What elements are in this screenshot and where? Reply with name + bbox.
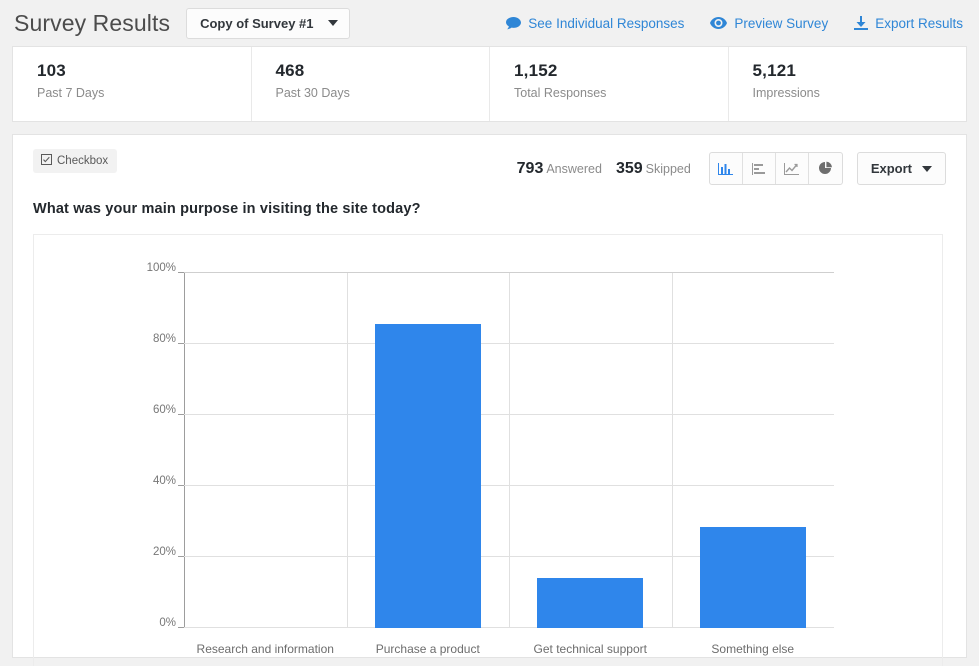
chart-bar[interactable] — [700, 527, 806, 628]
chart-bars — [184, 273, 834, 628]
stat-value: 468 — [276, 61, 490, 81]
skipped-stat: 359Skipped — [616, 160, 691, 178]
chart-type-toggle-group — [709, 152, 843, 185]
chart-bar[interactable] — [375, 324, 481, 628]
bar-slot — [347, 273, 510, 628]
x-axis-tick-label: Purchase a product — [347, 642, 510, 656]
stat-past-30-days: 468 Past 30 Days — [252, 47, 491, 121]
y-axis-tick-label: 60% — [153, 404, 176, 416]
stat-value: 5,121 — [753, 61, 967, 81]
export-results-link[interactable]: Export Results — [854, 16, 963, 31]
stat-value: 103 — [37, 61, 251, 81]
pie-chart-icon[interactable] — [809, 153, 842, 184]
skipped-value: 359 — [616, 160, 643, 177]
header-actions: See Individual Responses Preview Survey … — [506, 16, 967, 31]
horizontal-bar-chart-icon[interactable] — [743, 153, 776, 184]
survey-selector-label: Copy of Survey #1 — [200, 16, 313, 31]
question-card-header: Checkbox 793Answered 359Skipped — [33, 149, 946, 185]
preview-survey-link[interactable]: Preview Survey — [710, 16, 828, 31]
x-axis-tick-label: Get technical support — [509, 642, 672, 656]
answered-value: 793 — [517, 160, 544, 177]
answered-label: Answered — [546, 162, 602, 176]
chevron-down-icon — [922, 166, 932, 172]
chart-bar[interactable] — [537, 578, 643, 628]
comment-icon — [506, 17, 521, 30]
download-icon — [854, 16, 868, 30]
skipped-label: Skipped — [646, 162, 691, 176]
stat-value: 1,152 — [514, 61, 728, 81]
x-axis-tick-label: Something else — [672, 642, 835, 656]
y-axis-tick-label: 80% — [153, 333, 176, 345]
question-results-card: Checkbox 793Answered 359Skipped — [12, 134, 967, 658]
line-chart-icon[interactable] — [776, 153, 809, 184]
x-axis-tick-label: Research and information — [184, 642, 347, 656]
export-results-label: Export Results — [875, 16, 963, 31]
question-type-label: Checkbox — [57, 155, 108, 167]
answered-stat: 793Answered — [517, 160, 602, 178]
stat-total-responses: 1,152 Total Responses — [490, 47, 729, 121]
survey-selector-dropdown[interactable]: Copy of Survey #1 — [186, 8, 349, 39]
stat-label: Past 7 Days — [37, 86, 251, 100]
see-individual-responses-label: See Individual Responses — [528, 16, 684, 31]
y-axis-tick-label: 100% — [147, 262, 176, 274]
stat-label: Impressions — [753, 86, 967, 100]
vertical-bar-chart-icon[interactable] — [710, 153, 743, 184]
chart-x-axis-labels: Research and informationPurchase a produ… — [184, 642, 834, 656]
y-axis-tick-label: 0% — [159, 617, 176, 629]
question-type-badge: Checkbox — [33, 149, 117, 173]
page-title: Survey Results — [14, 10, 170, 37]
see-individual-responses-link[interactable]: See Individual Responses — [506, 16, 684, 31]
export-dropdown-button[interactable]: Export — [857, 152, 946, 185]
bar-slot — [509, 273, 672, 628]
checkbox-icon — [41, 154, 52, 168]
chart-container: 0%20%40%60%80%100% Research and informat… — [33, 234, 943, 666]
stat-impressions: 5,121 Impressions — [729, 47, 967, 121]
stats-summary-card: 103 Past 7 Days 468 Past 30 Days 1,152 T… — [12, 46, 967, 122]
stat-label: Total Responses — [514, 86, 728, 100]
stat-label: Past 30 Days — [276, 86, 490, 100]
question-toolbar: 793Answered 359Skipped — [517, 152, 946, 185]
eye-icon — [710, 17, 727, 29]
y-axis-tick-label: 40% — [153, 475, 176, 487]
stat-past-7-days: 103 Past 7 Days — [13, 47, 252, 121]
question-text: What was your main purpose in visiting t… — [33, 201, 946, 217]
chart-plot-area: 0%20%40%60%80%100% — [184, 273, 834, 628]
page-header: Survey Results Copy of Survey #1 See Ind… — [0, 0, 979, 46]
preview-survey-label: Preview Survey — [734, 16, 828, 31]
bar-slot — [672, 273, 835, 628]
chevron-down-icon — [328, 20, 338, 26]
bar-slot — [184, 273, 347, 628]
export-button-label: Export — [871, 161, 912, 176]
y-axis-tick-label: 20% — [153, 546, 176, 558]
